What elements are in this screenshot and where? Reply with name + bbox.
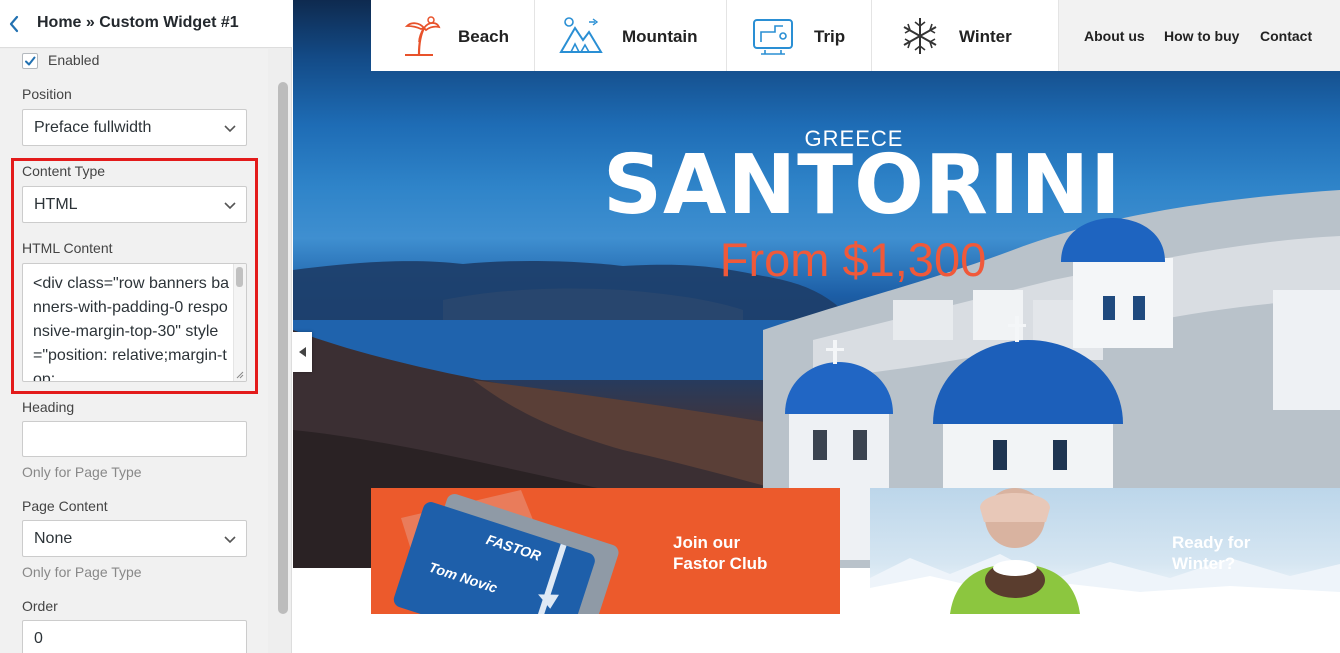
html-content-label: HTML Content bbox=[22, 240, 113, 256]
order-value: 0 bbox=[34, 630, 43, 647]
position-value: Preface fullwidth bbox=[34, 119, 152, 136]
how-to-buy-link[interactable]: How to buy bbox=[1164, 28, 1239, 44]
chevron-left-icon bbox=[9, 15, 19, 33]
snowflake-icon bbox=[903, 18, 937, 54]
sidebar-header: Home » Custom Widget #1 bbox=[0, 0, 292, 48]
checkmark-icon bbox=[25, 56, 36, 66]
content-type-value: HTML bbox=[34, 196, 78, 213]
site-preview: GREECE SANTORINI From $1,300 Beach Mount… bbox=[293, 0, 1340, 653]
heading-label: Heading bbox=[22, 399, 75, 415]
html-content-textarea[interactable]: <div class="row banners banners-with-pad… bbox=[22, 263, 247, 382]
hero-title: SANTORINI bbox=[603, 138, 1122, 233]
page-content-value: None bbox=[34, 530, 73, 547]
mountain-icon bbox=[559, 17, 603, 53]
banner-text: Ready for Winter? bbox=[1172, 533, 1251, 573]
order-input[interactable]: 0 bbox=[22, 620, 247, 653]
heading-input[interactable] bbox=[22, 421, 247, 457]
club-card-image: FASTOR Tom Novic bbox=[393, 490, 619, 614]
nav-item-label: Winter bbox=[959, 27, 1012, 46]
about-us-link[interactable]: About us bbox=[1084, 28, 1145, 44]
order-label: Order bbox=[22, 598, 58, 614]
resize-handle-icon[interactable] bbox=[236, 371, 244, 379]
back-button[interactable] bbox=[0, 0, 28, 48]
page-content-hint: Only for Page Type bbox=[22, 564, 142, 580]
nav-item-label: Trip bbox=[814, 27, 846, 46]
content-type-label: Content Type bbox=[22, 163, 106, 179]
nav-item-beach[interactable]: Beach bbox=[371, 0, 535, 71]
fastor-club-banner[interactable]: FASTOR Tom Novic Join our Fastor Club bbox=[371, 488, 840, 614]
chevron-down-icon bbox=[224, 202, 236, 210]
contact-link[interactable]: Contact bbox=[1260, 28, 1312, 44]
page-content-select[interactable]: None bbox=[22, 520, 247, 557]
customizer-sidebar: Home » Custom Widget #1 Enabled Position… bbox=[0, 0, 292, 653]
chevron-down-icon bbox=[224, 125, 236, 133]
site-navbar: Beach Mountain Trip Winter About us How … bbox=[371, 0, 1340, 71]
content-type-select[interactable]: HTML bbox=[22, 186, 247, 223]
palm-tree-icon bbox=[404, 16, 441, 56]
nav-item-trip[interactable]: Trip bbox=[727, 0, 872, 71]
nav-item-label: Beach bbox=[458, 27, 510, 46]
position-label: Position bbox=[22, 86, 72, 102]
collapse-sidebar-button[interactable] bbox=[293, 332, 312, 372]
page-content-label: Page Content bbox=[22, 498, 108, 514]
nav-utility-links: About us How to buy Contact bbox=[1059, 0, 1340, 71]
nav-item-winter[interactable]: Winter bbox=[872, 0, 1059, 71]
winter-banner[interactable]: Ready for Winter? bbox=[870, 488, 1340, 614]
breadcrumb-title: Home » Custom Widget #1 bbox=[37, 14, 239, 31]
hero-price: From $1,300 bbox=[719, 233, 987, 286]
textarea-scrollbar-thumb[interactable] bbox=[236, 267, 243, 287]
enabled-label: Enabled bbox=[48, 52, 100, 68]
nav-item-mountain[interactable]: Mountain bbox=[535, 0, 727, 71]
heading-hint: Only for Page Type bbox=[22, 464, 142, 480]
sidebar-scrollbar[interactable] bbox=[278, 82, 288, 614]
triangle-left-icon bbox=[298, 347, 306, 357]
html-content-value: <div class="row banners banners-with-pad… bbox=[33, 275, 230, 382]
map-route-icon bbox=[753, 19, 793, 55]
chevron-down-icon bbox=[224, 536, 236, 544]
nav-item-label: Mountain bbox=[622, 27, 698, 46]
enabled-checkbox[interactable] bbox=[22, 53, 38, 69]
hero-section: GREECE SANTORINI From $1,300 bbox=[293, 0, 1340, 568]
position-select[interactable]: Preface fullwidth bbox=[22, 109, 247, 146]
banner-text: Join our Fastor Club bbox=[673, 533, 768, 573]
